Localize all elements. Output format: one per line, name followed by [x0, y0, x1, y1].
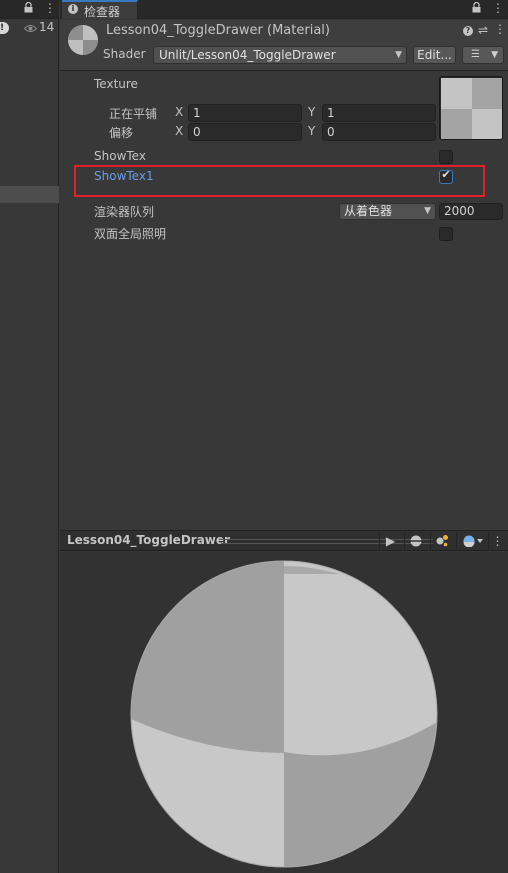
sphere-mesh-icon[interactable]	[404, 532, 426, 550]
material-title: Lesson04_ToggleDrawer (Material)	[106, 23, 330, 38]
light-icon[interactable]	[430, 532, 452, 550]
material-preview-sphere	[130, 560, 438, 868]
offset-x-label: X	[175, 124, 184, 138]
hierarchy-panel: ⋮ ! 14	[0, 0, 59, 873]
tab-inspector[interactable]: i 检查器	[62, 0, 138, 19]
chevron-down-icon: ▼	[491, 50, 498, 60]
hierarchy-selected-row[interactable]	[0, 186, 59, 203]
material-header: Lesson04_ToggleDrawer (Material) ? ⇌ ⋮ S…	[60, 20, 508, 71]
offset-x-field[interactable]: 0	[188, 123, 302, 141]
tiling-y-label: Y	[308, 105, 316, 119]
texture-slot[interactable]: 选择	[439, 76, 503, 140]
chevron-down-icon: ▼	[395, 50, 402, 60]
tiling-x-field[interactable]: 1	[188, 104, 302, 122]
preview-title: Lesson04_ToggleDrawer	[67, 533, 230, 547]
render-queue-label: 渲染器队列	[94, 205, 155, 219]
offset-y-label: Y	[308, 124, 316, 138]
double-sided-gi-checkbox[interactable]	[439, 227, 453, 241]
more-options-icon[interactable]: ⋮	[494, 22, 506, 36]
material-preview-viewport[interactable]	[60, 552, 508, 873]
preview-toolbar: Lesson04_ToggleDrawer ▶ ⋮	[60, 530, 508, 551]
tiling-x-label: X	[175, 105, 184, 119]
play-icon[interactable]: ▶	[379, 532, 401, 550]
shader-label: Shader	[103, 47, 146, 61]
more-options-icon[interactable]: ⋮	[44, 1, 56, 15]
visibility-eye-icon[interactable]	[24, 24, 37, 33]
render-queue-dropdown[interactable]: 从着色器 ▼	[339, 203, 436, 220]
material-preview-icon	[68, 25, 98, 55]
skybox-toggle-icon[interactable]	[456, 532, 488, 550]
info-icon: i	[68, 4, 78, 14]
highlight-annotation	[74, 165, 485, 197]
shader-value: Unlit/Lesson04_ToggleDrawer	[159, 48, 336, 62]
more-options-icon[interactable]: ⋮	[488, 532, 506, 550]
list-icon: ☰	[471, 49, 480, 60]
preview-resize-grip[interactable]	[221, 539, 433, 544]
lock-icon[interactable]	[24, 2, 33, 13]
lock-icon[interactable]	[472, 2, 481, 13]
hierarchy-tab-bar: ⋮	[0, 0, 59, 19]
more-options-icon[interactable]: ⋮	[492, 1, 504, 15]
tiling-y-field[interactable]: 1	[322, 104, 436, 122]
double-sided-gi-label: 双面全局照明	[94, 227, 167, 241]
help-icon[interactable]: ?	[463, 26, 473, 36]
shader-options-button[interactable]: ☰ ▼	[462, 46, 504, 64]
render-queue-mode: 从着色器	[344, 204, 393, 218]
showtex-label: ShowTex	[94, 149, 146, 163]
inspector-tab-bar: i 检查器 ⋮	[60, 0, 508, 19]
offset-label: 偏移	[109, 126, 134, 140]
warning-icon: !	[0, 22, 9, 34]
tiling-label: 正在平铺	[109, 107, 158, 121]
presets-icon[interactable]: ⇌	[478, 23, 488, 37]
offset-y-field[interactable]: 0	[322, 123, 436, 141]
texture-label: Texture	[94, 77, 138, 91]
showtex-checkbox[interactable]	[439, 150, 453, 164]
visible-count: 14	[39, 20, 55, 34]
chevron-down-icon: ▼	[424, 206, 431, 216]
render-queue-field[interactable]: 2000	[439, 203, 503, 220]
edit-shader-button[interactable]: Edit...	[413, 46, 456, 64]
tab-inspector-label: 检查器	[84, 5, 121, 19]
shader-dropdown[interactable]: Unlit/Lesson04_ToggleDrawer ▼	[153, 46, 407, 64]
